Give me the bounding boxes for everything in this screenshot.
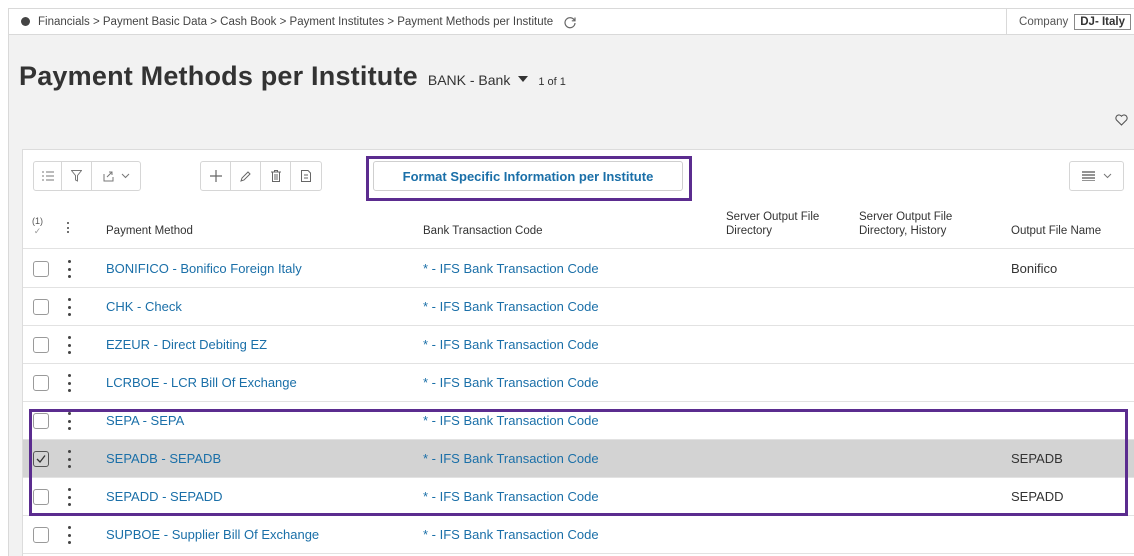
table-panel: Format Specific Information per Institut… [22,149,1134,556]
row-checkbox[interactable] [33,527,49,543]
filter-icon[interactable] [62,162,92,190]
company-value[interactable]: DJ- Italy [1074,14,1131,30]
payment-method-link[interactable]: EZEUR - Direct Debiting EZ [106,337,267,352]
home-icon[interactable] [21,17,30,26]
table-header: (1) ✓ Payment Method Bank Transaction Co… [23,202,1134,249]
table-row[interactable]: BONIFICO - Bonifico Foreign Italy * - IFS… [23,250,1134,288]
table-row[interactable]: CHK - Check * - IFS Bank Transaction Code [23,288,1134,326]
toolbar-group-edit [200,161,322,191]
table-row[interactable]: LCRBOE - LCR Bill Of Exchange * - IFS Ban… [23,364,1134,402]
row-checkbox[interactable] [33,261,49,277]
table-row[interactable]: SUPBOE - Supplier Bill Of Exchange * - IF… [23,516,1134,554]
record-counter: 1 of 1 [538,76,566,88]
payment-method-link[interactable]: SUPBOE - Supplier Bill Of Exchange [106,527,319,542]
menu-lines-icon [1081,171,1095,181]
bank-transaction-code-link[interactable]: * - IFS Bank Transaction Code [423,375,599,390]
bank-transaction-code-link[interactable]: * - IFS Bank Transaction Code [423,299,599,314]
edit-icon[interactable] [231,162,261,190]
caret-down-icon [518,76,529,83]
output-file-name-cell: Bonifico [1011,261,1058,276]
selection-count: (1) [32,216,43,226]
row-checkbox[interactable] [33,337,49,353]
row-kebab-icon[interactable] [66,260,72,278]
toolbar: Format Specific Information per Institut… [23,150,1134,201]
col-server-output-dir[interactable]: Server Output File Directory [726,210,836,238]
col-bank-transaction-code[interactable]: Bank Transaction Code [423,224,543,238]
bank-transaction-code-link[interactable]: * - IFS Bank Transaction Code [423,337,599,352]
app-frame: Financials > Payment Basic Data > Cash B… [8,8,1134,556]
bank-transaction-code-link[interactable]: * - IFS Bank Transaction Code [423,527,599,542]
row-kebab-icon[interactable] [66,336,72,354]
add-icon[interactable] [201,162,231,190]
context-label: BANK - Bank [427,72,511,88]
highlight-box-sepa-rows [29,409,1128,516]
company-selector[interactable]: Company DJ- Italy [1006,9,1134,35]
col-server-output-dir-history[interactable]: Server Output File Directory, History [859,210,979,238]
chevron-down-icon [1103,173,1111,179]
chevron-down-icon [121,173,129,179]
row-checkbox[interactable] [33,299,49,315]
list-icon[interactable] [34,162,62,190]
duplicate-icon[interactable] [291,162,321,190]
refresh-icon[interactable] [563,15,577,29]
toolbar-group-view [33,161,141,191]
col-payment-method[interactable]: Payment Method [106,224,193,238]
payment-method-link[interactable]: BONIFICO - Bonifico Foreign Italy [106,261,302,276]
row-kebab-icon[interactable] [66,374,72,392]
bank-transaction-code-link[interactable]: * - IFS Bank Transaction Code [423,261,599,276]
col-output-file-name[interactable]: Output File Name [1011,224,1101,238]
header-kebab-icon[interactable] [67,222,69,233]
context-selector[interactable]: BANK - Bank [427,72,529,88]
checkmark-icon: ✓ [33,226,42,236]
delete-icon[interactable] [261,162,291,190]
breadcrumb-bar: Financials > Payment Basic Data > Cash B… [9,9,1134,35]
company-label: Company [1019,16,1069,28]
highlight-box-format-button [366,156,692,201]
export-icon [103,171,113,182]
column-layout-button[interactable] [1069,161,1124,191]
breadcrumb[interactable]: Financials > Payment Basic Data > Cash B… [38,16,553,28]
export-button[interactable] [92,162,140,190]
page-header: Payment Methods per Institute BANK - Ban… [19,61,566,92]
payment-method-link[interactable]: CHK - Check [106,299,182,314]
row-kebab-icon[interactable] [66,526,72,544]
page-title: Payment Methods per Institute [19,61,418,91]
row-kebab-icon[interactable] [66,298,72,316]
payment-method-link[interactable]: LCRBOE - LCR Bill Of Exchange [106,375,297,390]
table-row[interactable]: EZEUR - Direct Debiting EZ * - IFS Bank T… [23,326,1134,364]
favorite-heart-icon[interactable] [1115,113,1128,131]
row-checkbox[interactable] [33,375,49,391]
selection-counter[interactable]: (1) ✓ [32,216,43,237]
